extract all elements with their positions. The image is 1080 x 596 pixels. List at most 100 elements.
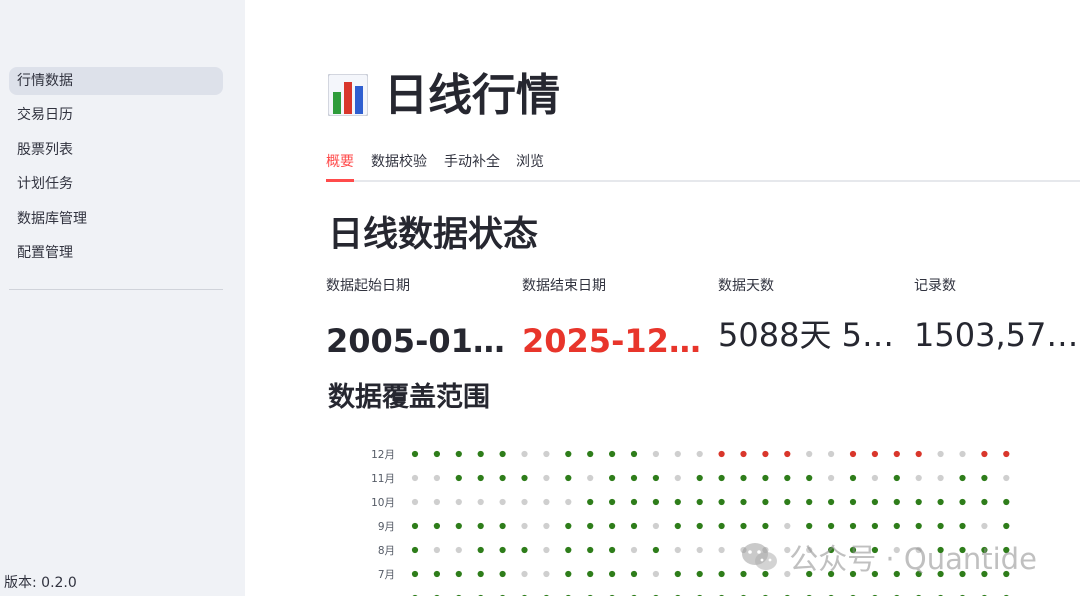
coverage-dot xyxy=(828,474,835,482)
coverage-dot xyxy=(521,450,528,458)
coverage-dot xyxy=(828,450,835,458)
coverage-dot xyxy=(718,546,725,554)
coverage-dot xyxy=(543,474,550,482)
coverage-dot xyxy=(411,522,419,530)
coverage-dot xyxy=(981,570,988,578)
coverage-dot xyxy=(718,570,725,578)
coverage-dot xyxy=(674,546,681,554)
coverage-dot xyxy=(762,570,769,578)
coverage-dot xyxy=(433,546,440,554)
coverage-dot xyxy=(499,474,506,482)
coverage-dot xyxy=(696,474,703,482)
coverage-dot xyxy=(762,450,769,458)
coverage-dot xyxy=(893,546,900,554)
coverage-dot xyxy=(959,450,966,458)
coverage-chart: 12月 11月 10月 9月 8月 7月 xyxy=(371,449,1010,596)
coverage-dot xyxy=(433,450,440,458)
coverage-dot xyxy=(981,474,988,482)
coverage-dot xyxy=(696,450,703,458)
coverage-dot xyxy=(674,474,681,482)
coverage-dot xyxy=(455,474,462,482)
month-label: 11月 xyxy=(371,473,395,485)
coverage-dot xyxy=(893,498,900,506)
coverage-dot xyxy=(411,450,419,458)
coverage-dot xyxy=(696,546,703,554)
coverage-dot xyxy=(915,522,922,530)
coverage-dot xyxy=(696,570,703,578)
coverage-dot xyxy=(411,474,419,482)
coverage-dot xyxy=(937,498,944,506)
coverage-dot xyxy=(849,570,857,578)
coverage-dot xyxy=(652,570,660,578)
coverage-dot xyxy=(521,570,528,578)
coverage-dot xyxy=(565,546,572,554)
coverage-dot xyxy=(499,522,506,530)
coverage-dot xyxy=(521,474,528,482)
coverage-dot xyxy=(828,522,835,530)
coverage-dot xyxy=(674,450,681,458)
coverage-dot xyxy=(762,546,769,554)
coverage-dot xyxy=(565,570,572,578)
coverage-dot xyxy=(411,570,419,578)
coverage-dot xyxy=(915,546,922,554)
coverage-dot xyxy=(587,474,594,482)
coverage-dot xyxy=(674,522,681,530)
coverage-dot xyxy=(718,474,725,482)
coverage-dot xyxy=(849,450,857,458)
coverage-dot xyxy=(477,570,484,578)
coverage-dot xyxy=(871,474,879,482)
coverage-dot xyxy=(981,522,988,530)
coverage-dot xyxy=(1003,450,1010,458)
coverage-dot xyxy=(806,570,813,578)
coverage-dot xyxy=(477,450,484,458)
coverage-dot xyxy=(784,498,791,506)
coverage-dot xyxy=(981,450,988,458)
coverage-dot xyxy=(543,522,550,530)
coverage-dot xyxy=(630,498,638,506)
coverage-dot xyxy=(959,474,966,482)
coverage-dot xyxy=(455,546,462,554)
coverage-dot xyxy=(959,498,966,506)
coverage-dot xyxy=(433,522,440,530)
coverage-dot xyxy=(718,498,725,506)
coverage-dot xyxy=(543,498,550,506)
coverage-dot xyxy=(893,570,900,578)
coverage-dot xyxy=(937,546,944,554)
coverage-dot xyxy=(499,498,506,506)
coverage-dot xyxy=(696,522,703,530)
month-label: 7月 xyxy=(378,569,395,581)
coverage-dot xyxy=(455,570,462,578)
coverage-dot xyxy=(806,450,813,458)
coverage-dot xyxy=(740,450,747,458)
coverage-dot xyxy=(784,474,791,482)
coverage-dot xyxy=(871,522,879,530)
coverage-dot xyxy=(587,498,594,506)
coverage-dot xyxy=(1003,498,1010,506)
coverage-dot xyxy=(609,474,616,482)
coverage-dot xyxy=(849,522,857,530)
coverage-dot xyxy=(652,474,660,482)
coverage-dot xyxy=(499,450,506,458)
coverage-dot xyxy=(959,522,966,530)
coverage-dot xyxy=(871,570,879,578)
coverage-dot xyxy=(630,546,638,554)
coverage-dot xyxy=(740,474,747,482)
coverage-dot xyxy=(828,498,835,506)
coverage-dot xyxy=(609,570,616,578)
coverage-dot xyxy=(871,450,879,458)
coverage-dot xyxy=(587,522,594,530)
coverage-dot xyxy=(806,546,813,554)
coverage-dot xyxy=(455,522,462,530)
coverage-dot xyxy=(543,450,550,458)
coverage-dot xyxy=(652,450,660,458)
coverage-dot xyxy=(915,570,922,578)
coverage-dot xyxy=(652,522,660,530)
coverage-dot xyxy=(740,546,747,554)
coverage-dot xyxy=(828,546,835,554)
coverage-dot xyxy=(433,474,440,482)
coverage-dot xyxy=(915,450,922,458)
coverage-dot xyxy=(849,474,857,482)
coverage-dot xyxy=(1003,474,1010,482)
coverage-dot xyxy=(609,546,616,554)
coverage-dot xyxy=(1003,546,1010,554)
